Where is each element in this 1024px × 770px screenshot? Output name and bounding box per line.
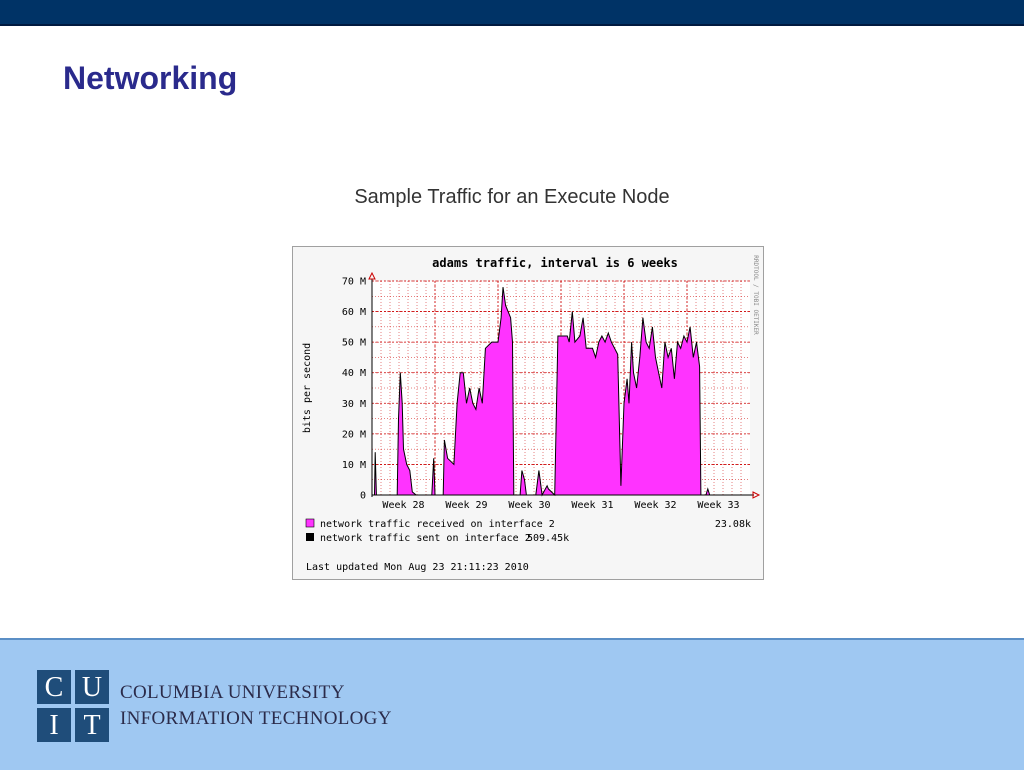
y-tick-label: 50 M: [342, 338, 366, 349]
y-tick-label: 30 M: [342, 399, 366, 410]
org-name-line-1: COLUMBIA UNIVERSITY: [120, 682, 345, 703]
chart-caption: Sample Traffic for an Execute Node: [354, 186, 670, 208]
legend-sent-label: network traffic sent on interface 2: [320, 533, 531, 544]
last-updated: Last updated Mon Aug 23 21:11:23 2010: [306, 562, 529, 573]
legend-received-label: network traffic received on interface 2: [320, 519, 555, 530]
traffic-graph: adams traffic, interval is 6 weeks bits …: [292, 246, 764, 580]
y-tick-label: 10 M: [342, 460, 366, 471]
traffic-graph-svg: adams traffic, interval is 6 weeks bits …: [293, 247, 763, 579]
graph-title: adams traffic, interval is 6 weeks: [432, 256, 678, 270]
y-tick-label: 0: [360, 491, 366, 502]
x-tick-label: Week 29: [445, 500, 487, 511]
logo-letter-i: I: [37, 708, 71, 742]
y-tick-label: 40 M: [342, 368, 366, 379]
x-tick-label: Week 30: [508, 500, 550, 511]
cuit-logo: C U I T: [37, 670, 111, 744]
x-tick-label: Week 32: [634, 500, 676, 511]
org-name-line-2: INFORMATION TECHNOLOGY: [120, 708, 392, 729]
x-tick-label: Week 33: [697, 500, 739, 511]
x-tick-label: Week 28: [382, 500, 424, 511]
logo-letter-u: U: [75, 670, 109, 704]
y-tick-label: 60 M: [342, 307, 366, 318]
y-tick-label: 70 M: [342, 277, 366, 288]
legend-swatch-received: [305, 518, 315, 528]
x-tick-label: Week 31: [571, 500, 613, 511]
logo-letter-c: C: [37, 670, 71, 704]
logo-letter-t: T: [75, 708, 109, 742]
rrdtool-credit: RRDTOOL / TOBI OETIKER: [752, 255, 759, 335]
legend-sent-value: 509.45k: [527, 533, 569, 544]
top-bar: [0, 0, 1024, 26]
slide-title: Networking: [63, 60, 238, 96]
legend-received-value: 23.08k: [715, 519, 751, 530]
legend-swatch-sent: [306, 533, 314, 541]
y-tick-label: 20 M: [342, 429, 366, 440]
footer-bar: [0, 638, 1024, 770]
y-axis-label: bits per second: [302, 343, 313, 433]
